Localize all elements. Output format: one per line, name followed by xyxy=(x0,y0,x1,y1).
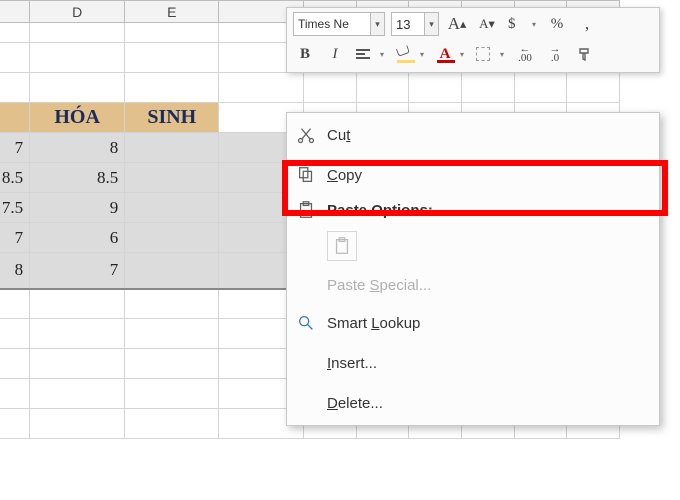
comma-format-button[interactable]: , xyxy=(575,12,599,36)
scissors-icon xyxy=(295,124,317,146)
format-painter-button[interactable] xyxy=(573,42,597,66)
colhdr-d[interactable]: D xyxy=(30,1,125,23)
accounting-format-button[interactable]: $ xyxy=(505,12,539,36)
insert-menu-item[interactable]: Insert... xyxy=(287,343,659,383)
delete-menu-item[interactable]: Delete... xyxy=(287,383,659,423)
increase-decimal-button[interactable]: ←.00 xyxy=(513,42,537,66)
colhdr-c[interactable]: C xyxy=(0,1,30,23)
cut-menu-item[interactable]: Cut xyxy=(287,115,659,155)
italic-button[interactable]: I xyxy=(323,42,347,66)
bold-button[interactable]: B xyxy=(293,42,317,66)
font-size-select[interactable]: 13 xyxy=(391,12,425,36)
grow-font-button[interactable]: A▴ xyxy=(445,12,469,36)
smart-lookup-label: Smart Lookup xyxy=(327,315,420,332)
fill-color-button[interactable] xyxy=(393,42,427,66)
paste-default-button[interactable] xyxy=(327,231,357,261)
search-icon xyxy=(295,312,317,334)
smart-lookup-menu-item[interactable]: Smart Lookup xyxy=(287,303,659,343)
copy-label: Copy xyxy=(327,167,362,184)
context-menu: Cut Copy Paste Options: Paste Special...… xyxy=(286,112,660,426)
clipboard-icon xyxy=(295,199,317,221)
font-size-caret[interactable] xyxy=(425,12,439,36)
paste-special-label: Paste Special... xyxy=(327,277,431,294)
insert-label: Insert... xyxy=(327,355,377,372)
paste-special-menu-item: Paste Special... xyxy=(287,267,659,303)
hdr-sinh[interactable]: SINH xyxy=(125,103,219,133)
cut-label: Cut xyxy=(327,127,350,144)
paintbrush-icon xyxy=(577,46,593,62)
paste-options-label: Paste Options: xyxy=(287,195,659,225)
hdr-ly[interactable]: LÝ xyxy=(0,103,30,133)
shrink-font-button[interactable]: A▾ xyxy=(475,12,499,36)
paste-options-row xyxy=(287,225,659,267)
percent-format-button[interactable]: % xyxy=(545,12,569,36)
copy-menu-item[interactable]: Copy xyxy=(287,155,659,195)
border-icon xyxy=(476,47,490,61)
copy-icon xyxy=(295,164,317,186)
align-button[interactable] xyxy=(353,42,387,66)
font-name-select[interactable]: Times Ne xyxy=(293,12,371,36)
delete-label: Delete... xyxy=(327,395,383,412)
decrease-decimal-button[interactable]: →.0 xyxy=(543,42,567,66)
hdr-hoa[interactable]: HÓA xyxy=(30,103,125,133)
font-color-button[interactable]: A xyxy=(433,42,467,66)
mini-toolbar: Times Ne 13 A▴ A▾ $ % , B I A ←.00 xyxy=(286,7,660,73)
borders-button[interactable] xyxy=(473,42,507,66)
colhdr-e[interactable]: E xyxy=(125,1,219,23)
align-center-icon xyxy=(356,47,372,61)
font-name-caret[interactable] xyxy=(371,12,385,36)
